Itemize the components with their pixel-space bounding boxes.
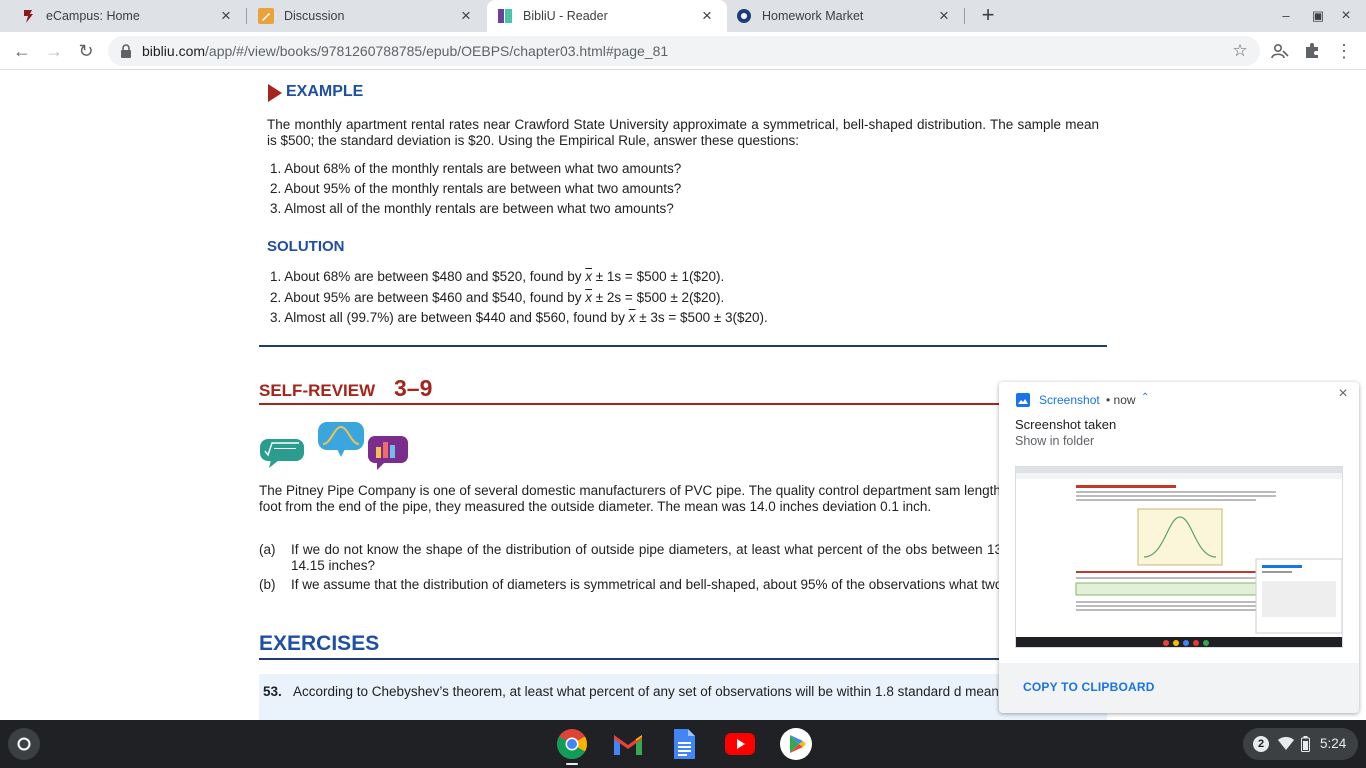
question-item: 3. Almost all of the monthly rentals are… — [270, 201, 674, 216]
question-item: 2. About 95% of the monthly rentals are … — [270, 181, 682, 196]
self-review-item: If we do not know the shape of the distr… — [291, 542, 1091, 573]
battery-icon — [1301, 736, 1310, 757]
exercise-number: 53. — [263, 684, 282, 699]
x-bar-symbol: x — [585, 290, 593, 305]
close-icon[interactable]: × — [1335, 386, 1351, 402]
solution-text: 3. Almost all (99.7%) are between $440 a… — [270, 310, 629, 325]
tab-divider — [964, 8, 965, 24]
bibliu-favicon-icon — [497, 8, 513, 24]
question-item: 1. About 68% of the monthly rentals are … — [270, 161, 682, 176]
discussion-favicon-icon — [258, 8, 274, 24]
item-label: (b) — [259, 577, 276, 592]
copy-to-clipboard-button[interactable]: COPY TO CLIPBOARD — [1023, 680, 1155, 694]
docs-icon[interactable] — [668, 728, 700, 760]
item-label: (a) — [259, 542, 276, 557]
x-bar-symbol: x — [628, 310, 636, 325]
close-tab-icon[interactable]: × — [697, 6, 717, 26]
forward-icon[interactable]: → — [42, 39, 66, 63]
self-review-item: If we assume that the distribution of di… — [291, 577, 1053, 592]
solution-text: 1. About 68% are between $480 and $520, … — [270, 269, 586, 284]
image-icon — [1015, 392, 1031, 408]
tab-homework-market[interactable]: Homework Market × — [716, 0, 964, 32]
lock-icon — [120, 44, 134, 58]
exercises-rule — [259, 658, 1107, 660]
notification-time: • now — [1106, 393, 1136, 407]
exercise-text: According to Chebyshev’s theorem, at lea… — [293, 684, 1007, 699]
self-review-illustration — [259, 419, 411, 471]
example-paragraph: The monthly apartment rental rates near … — [267, 117, 1099, 148]
maximize-icon[interactable]: ▣ — [1308, 6, 1328, 26]
solution-text: ± 2s = $500 ± 2($20). — [592, 290, 725, 305]
youtube-icon[interactable] — [724, 728, 756, 760]
chrome-icon[interactable] — [556, 728, 588, 760]
minimize-icon[interactable]: – — [1276, 6, 1296, 26]
address-bar[interactable]: bibliu.com /app/#/view/books/97812607887… — [108, 36, 1260, 66]
notification-title: Screenshot taken — [1015, 417, 1117, 432]
ecampus-favicon-icon — [20, 8, 36, 24]
system-shelf: 2 5:24 — [0, 720, 1366, 768]
clock: 5:24 — [1320, 736, 1347, 751]
tab-ecampus[interactable]: eCampus: Home × — [0, 0, 246, 32]
tab-label: Discussion — [284, 9, 345, 23]
example-marker-icon — [268, 84, 282, 102]
browser-toolbar: ← → ↻ bibliu.com /app/#/view/books/97812… — [0, 32, 1366, 70]
active-app-indicator — [566, 763, 578, 765]
self-review-number: 3–9 — [394, 375, 433, 401]
show-in-folder-link[interactable]: Show in folder — [1015, 434, 1094, 448]
self-review-rule — [259, 403, 1107, 405]
wifi-icon — [1278, 737, 1294, 756]
example-heading: EXAMPLE — [286, 83, 364, 100]
launcher-button[interactable] — [8, 728, 40, 760]
kebab-menu-icon[interactable]: ⋮ — [1334, 41, 1354, 61]
self-review-paragraph: The Pitney Pipe Company is one of severa… — [259, 483, 1083, 514]
play-store-icon[interactable] — [780, 728, 812, 760]
notification-count-badge: 2 — [1253, 736, 1269, 752]
solution-text: ± 1s = $500 ± 1($20). — [592, 269, 725, 284]
notification-footer: COPY TO CLIPBOARD — [999, 663, 1359, 713]
tab-label: Homework Market — [762, 9, 864, 23]
homework-market-favicon-icon — [736, 8, 752, 24]
screenshot-notification[interactable]: Screenshot • now ⌃ × Screenshot taken Sh… — [999, 382, 1359, 713]
tab-label: BibliU - Reader — [523, 9, 608, 23]
reload-icon[interactable]: ↻ — [74, 39, 98, 63]
notification-app-name: Screenshot — [1039, 393, 1100, 407]
tab-label: eCampus: Home — [46, 9, 140, 23]
close-tab-icon[interactable]: × — [934, 6, 954, 26]
solution-text: 2. About 95% are between $460 and $540, … — [270, 290, 586, 305]
chevron-up-icon[interactable]: ⌃ — [1141, 392, 1149, 403]
close-tab-icon[interactable]: × — [456, 6, 476, 26]
tab-discussion[interactable]: Discussion × — [238, 0, 486, 32]
self-review-heading: SELF-REVIEW — [259, 381, 376, 400]
solution-item: 3. Almost all (99.7%) are between $440 a… — [270, 310, 768, 326]
exercises-heading: EXERCISES — [259, 632, 380, 655]
tab-strip: eCampus: Home × Discussion × BibliU - Re… — [0, 0, 1366, 32]
new-tab-button[interactable]: + — [976, 4, 1000, 28]
extensions-puzzle-icon[interactable] — [1302, 41, 1322, 61]
solution-item: 1. About 68% are between $480 and $520, … — [270, 269, 724, 285]
bookmark-star-icon[interactable]: ☆ — [1230, 41, 1250, 61]
url-host: bibliu.com — [142, 43, 206, 59]
close-tab-icon[interactable]: × — [216, 6, 236, 26]
solution-heading: SOLUTION — [267, 238, 345, 255]
status-tray[interactable]: 2 5:24 — [1243, 728, 1358, 760]
x-bar-symbol: x — [585, 269, 593, 284]
tab-bibliu-reader[interactable]: BibliU - Reader × — [487, 0, 727, 32]
solution-text: ± 3s = $500 ± 3($20). — [635, 310, 768, 325]
url-path: /app/#/view/books/9781260788785/epub/OEB… — [205, 43, 669, 59]
back-icon[interactable]: ← — [10, 39, 34, 63]
gmail-icon[interactable] — [612, 728, 644, 760]
section-divider — [259, 345, 1107, 347]
close-window-icon[interactable]: × — [1336, 6, 1356, 26]
profile-extension-icon[interactable] — [1270, 41, 1290, 61]
solution-item: 2. About 95% are between $460 and $540, … — [270, 290, 724, 306]
screenshot-thumbnail[interactable] — [1015, 466, 1343, 648]
